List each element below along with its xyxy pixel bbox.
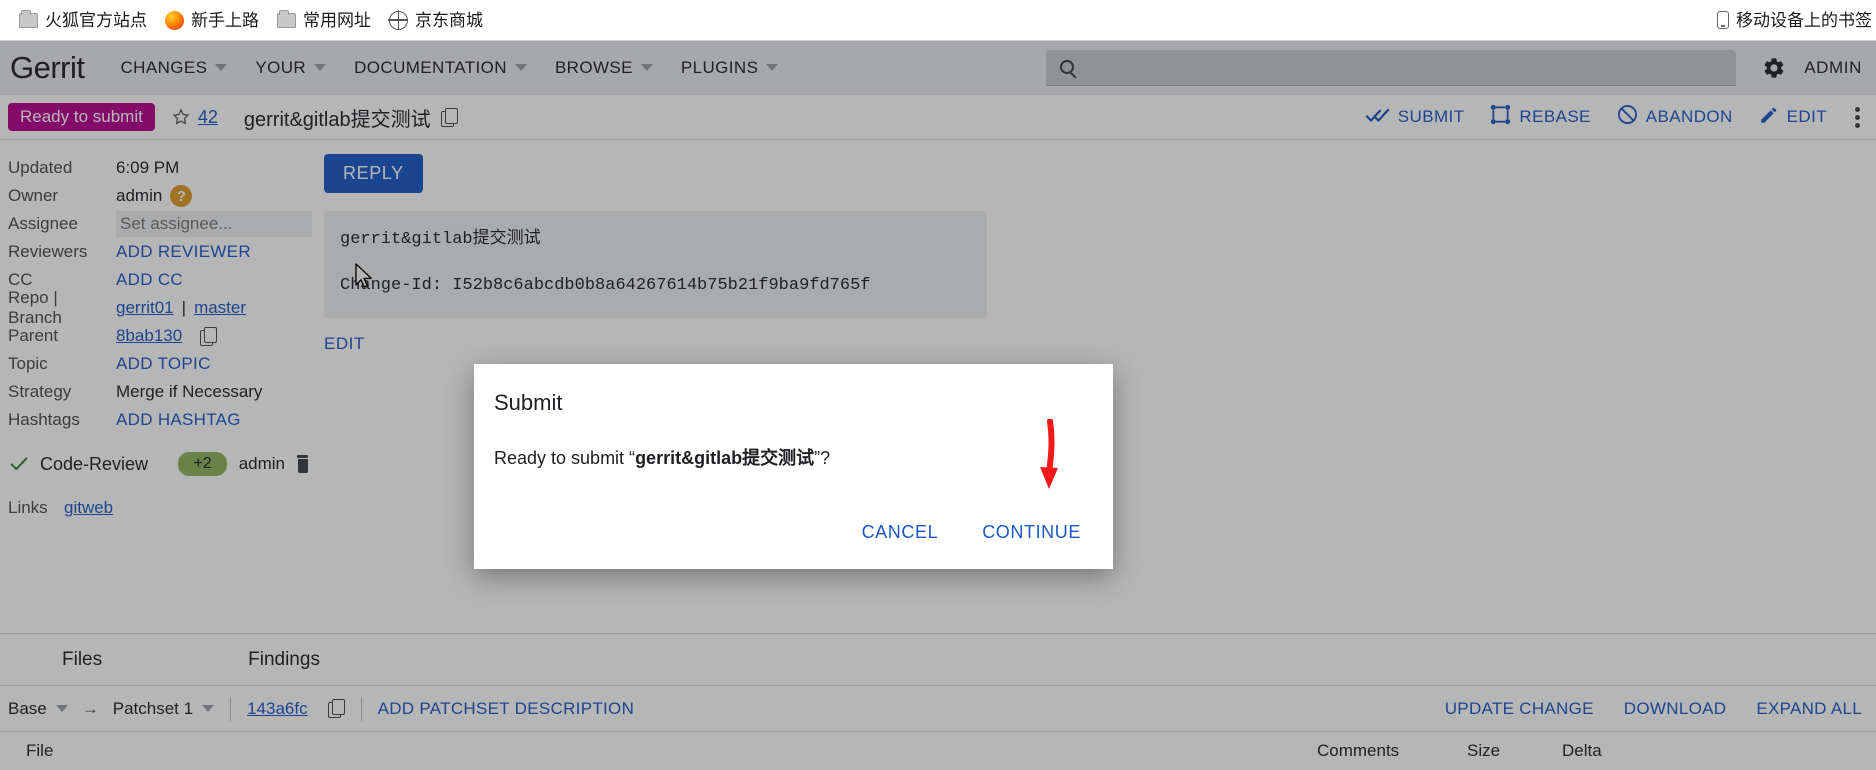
dialog-actions: CANCEL CONTINUE [494, 516, 1089, 549]
dialog-title: Submit [494, 390, 563, 415]
bookmark-label: 火狐官方站点 [45, 10, 147, 30]
bookmark-item-mobile[interactable]: 移动设备上的书签 [1708, 8, 1872, 32]
page-wrapper: Gerrit CHANGES YOUR DOCUMENTATION BROWSE… [0, 41, 1876, 770]
bookmark-item-3[interactable]: 京东商城 [380, 8, 492, 33]
bookmark-label: 移动设备上的书签 [1736, 10, 1872, 30]
bookmark-item-1[interactable]: 新手上路 [156, 8, 268, 33]
submit-dialog: Submit Ready to submit “gerrit&gitlab提交测… [474, 364, 1113, 569]
dialog-message-prefix: Ready to submit “ [494, 448, 636, 468]
firefox-icon [165, 10, 184, 30]
bookmark-label: 常用网址 [303, 10, 371, 30]
bookmark-label: 新手上路 [191, 10, 259, 30]
folder-icon [277, 9, 296, 28]
bookmark-item-0[interactable]: 火狐官方站点 [10, 9, 156, 32]
cancel-button[interactable]: CANCEL [854, 516, 947, 549]
dialog-message-target: gerrit&gitlab提交测试 [635, 448, 815, 468]
bookmark-item-2[interactable]: 常用网址 [268, 9, 380, 32]
browser-bookmarks-bar: 火狐官方站点 新手上路 常用网址 京东商城 移动设备上的书签 [0, 0, 1876, 41]
mobile-icon [1717, 11, 1729, 29]
dialog-message-suffix: ”? [814, 448, 831, 468]
folder-icon [19, 9, 38, 28]
globe-icon [388, 9, 408, 30]
continue-button[interactable]: CONTINUE [974, 516, 1089, 549]
dialog-message: Ready to submit “gerrit&gitlab提交测试”? [494, 444, 1089, 470]
bookmark-label: 京东商城 [415, 10, 483, 30]
